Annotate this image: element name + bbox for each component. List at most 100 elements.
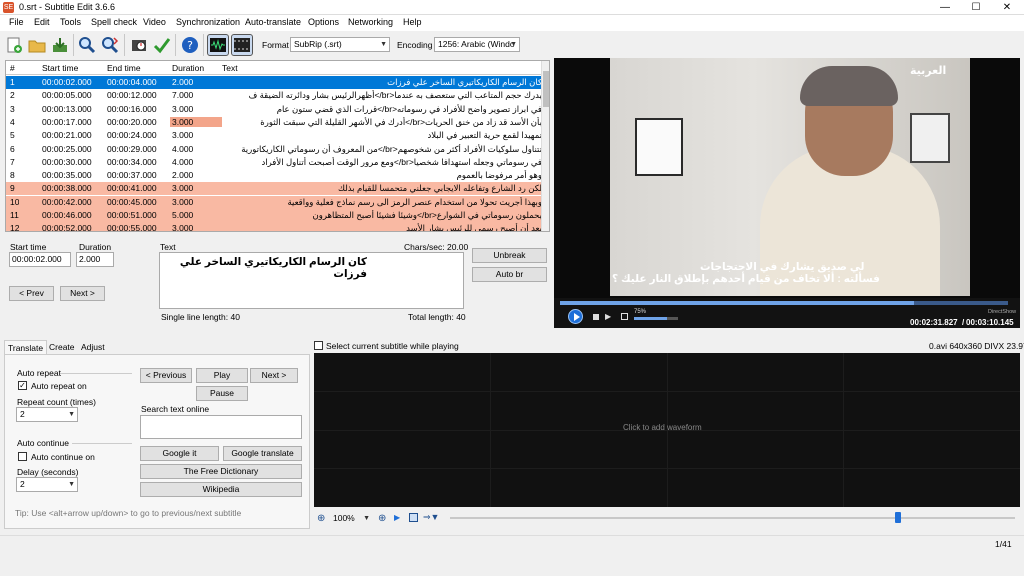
previous-button[interactable]: < Previous [140,368,192,383]
tab-adjust[interactable]: Adjust [78,340,108,354]
volume-icon[interactable]: ▶ [605,312,611,321]
pause-button[interactable]: Pause [196,386,248,401]
table-row[interactable]: 7 00:00:30.000 00:00:34.000 4.000 في رسوماتي… [6,156,543,169]
play-button[interactable] [568,309,583,324]
select-current-checkbox[interactable] [314,341,323,350]
tab-translate[interactable]: Translate [4,340,48,354]
table-row[interactable]: 1 00:00:02.000 00:00:04.000 2.000 كان الرسام… [6,76,543,89]
zoom-out-icon[interactable]: ⊕ [317,513,325,524]
menu-auto-translate[interactable]: Auto-translate [245,17,301,27]
duration-input[interactable]: 2.000 [76,252,114,267]
table-row[interactable]: 6 00:00:25.000 00:00:29.000 4.000 تتناول سلو… [6,143,543,156]
auto-continue-checkbox[interactable] [18,452,27,461]
menu-spell-check[interactable]: Spell check [91,17,137,27]
table-row[interactable]: 5 00:00:21.000 00:00:24.000 3.000 تمهيدا لقم… [6,129,543,142]
google-it-button[interactable]: Google it [140,446,219,461]
table-row[interactable]: 3 00:00:13.000 00:00:16.000 3.000 في ابراز ت… [6,103,543,116]
fullscreen-icon[interactable] [621,313,628,320]
chevron-down-icon: ▼ [68,411,75,418]
col-text[interactable]: Text [222,63,238,73]
delay-select[interactable]: 2 ▼ [16,477,78,492]
wikipedia-button[interactable]: Wikipedia [140,482,302,497]
auto-br-button[interactable]: Auto br [472,267,547,282]
waveform-toggle-button[interactable] [207,34,229,56]
encoding-select[interactable]: 1256: Arabic (Windo ▼ [434,37,520,52]
help-button[interactable]: ? [179,34,201,56]
table-row[interactable]: 10 00:00:42.000 00:00:45.000 3.000 وبهذا أجر… [6,195,543,209]
zoom-in-icon[interactable]: ⊕ [378,513,386,524]
menu-video[interactable]: Video [143,17,166,27]
arrows-icon[interactable]: ⇒▼ [423,512,439,523]
start-time-label: Start time [10,242,47,252]
table-row[interactable]: 2 00:00:05.000 00:00:12.000 7.000 يدرك حجم ا… [6,89,543,102]
unbreak-button[interactable]: Unbreak [472,248,547,263]
search-online-input[interactable] [140,415,302,439]
svg-text:?: ? [187,39,193,52]
menu-options[interactable]: Options [308,17,339,27]
volume-slider[interactable] [634,317,678,320]
grid-view-icon[interactable] [409,513,418,522]
menu-networking[interactable]: Networking [348,17,393,27]
col-start-time[interactable]: Start time [42,63,78,73]
video-toggle-button[interactable] [231,34,253,56]
find-button[interactable] [76,34,98,56]
col-duration[interactable]: Duration [172,63,204,73]
row-start-time: 00:00:21.000 [42,130,92,141]
save-icon [53,38,67,52]
row-duration: 3.000 [172,103,194,114]
google-translate-button[interactable]: Google translate [223,446,302,461]
open-file-button[interactable] [26,34,48,56]
subtitle-grid[interactable]: # Start time End time Duration Text 1 00:… [5,60,550,232]
play-button[interactable]: Play [196,368,248,383]
play-selection-icon[interactable]: ▶ [394,513,400,522]
maximize-button[interactable]: ☐ [961,0,991,15]
row-text: لكن رد الشارع وتفاعله الايجابي جعلني متح… [338,183,542,194]
row-start-time: 00:00:05.000 [42,90,92,101]
menu-help[interactable]: Help [403,17,422,27]
menu-edit[interactable]: Edit [34,17,50,27]
menu-tools[interactable]: Tools [60,17,81,27]
table-row[interactable]: 11 00:00:46.000 00:00:51.000 5.000 يحملون رس… [6,209,543,222]
table-row[interactable]: 8 00:00:35.000 00:00:37.000 2.000 وهو أمر مر… [6,169,543,182]
zoom-select[interactable]: 100% ▼ [330,512,372,527]
spell-check-button[interactable] [151,34,173,56]
grid-scrollbar[interactable] [541,61,549,231]
row-end-time: 00:00:16.000 [107,103,157,114]
minimize-button[interactable]: — [930,0,960,15]
row-end-time: 00:00:29.000 [107,143,157,154]
table-row[interactable]: 9 00:00:38.000 00:00:41.000 3.000 لكن رد الش… [6,182,543,196]
menu-file[interactable]: File [9,17,24,27]
menu-synchronization[interactable]: Synchronization [176,17,240,27]
slider-thumb[interactable] [895,512,901,523]
table-row[interactable]: 12 00:00:52.000 00:00:55.000 3.000 بعد أن أص… [6,222,543,231]
close-button[interactable]: ✕ [992,0,1022,15]
row-text: بأن الأسد قد زاد من خنق الحريات<br/>أدرك… [260,116,542,127]
subtitle-text-editor[interactable]: كان الرسام الكاريكاتيري الساخر علي فرزات [159,252,464,309]
repeat-count-select[interactable]: 2 ▼ [16,407,78,422]
volume-level: 75% [634,309,647,315]
tab-create[interactable]: Create [46,340,78,354]
row-duration: 3.000 [172,183,194,194]
col-end-time[interactable]: End time [107,63,141,73]
waveform-area[interactable]: Click to add waveform [314,353,1020,507]
auto-repeat-checkbox[interactable]: ✓ [18,381,27,390]
save-button[interactable] [49,34,71,56]
waveform-icon [210,38,226,52]
waveform-placeholder[interactable]: Click to add waveform [623,423,702,432]
next-button[interactable]: Next > [60,286,105,301]
next-button[interactable]: Next > [250,368,298,383]
new-file-button[interactable] [3,34,25,56]
free-dictionary-button[interactable]: The Free Dictionary [140,464,302,479]
table-row[interactable]: 4 00:00:17.000 00:00:20.000 3.000 بأن الأسد … [6,116,543,129]
scroll-thumb[interactable] [543,71,549,107]
seek-bar[interactable] [560,301,1008,305]
row-end-time: 00:00:41.000 [107,183,157,194]
format-select[interactable]: SubRip (.srt) ▼ [290,37,390,52]
start-time-input[interactable]: 00:00:02.000 [9,252,71,267]
replace-button[interactable] [99,34,121,56]
visual-sync-button[interactable] [128,34,150,56]
waveform-position-slider[interactable] [450,512,1015,523]
col-number[interactable]: # [10,63,15,73]
prev-button[interactable]: < Prev [9,286,54,301]
stop-button[interactable] [593,314,599,320]
